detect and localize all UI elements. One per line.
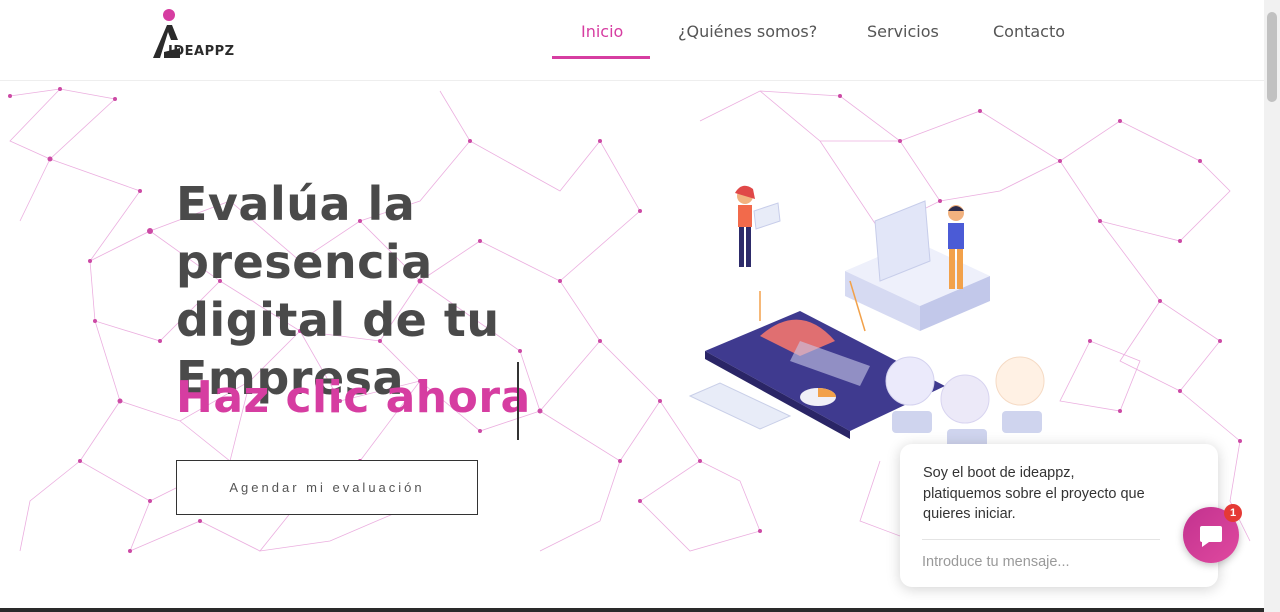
chat-message-input[interactable] bbox=[922, 550, 1152, 574]
unread-badge: 1 bbox=[1224, 504, 1242, 522]
active-nav-indicator bbox=[552, 56, 650, 59]
schedule-evaluation-button[interactable]: Agendar mi evaluación bbox=[176, 460, 478, 515]
isometric-illustration bbox=[688, 185, 1045, 451]
brand-name: IDEAPPZ bbox=[168, 44, 235, 59]
headline-line-2: digital de tu bbox=[176, 293, 500, 347]
top-navbar: IDEAPPZ Inicio ¿Quiénes somos? Servicios… bbox=[0, 0, 1264, 81]
scrollbar-thumb[interactable] bbox=[1267, 12, 1277, 102]
page-scrollbar[interactable] bbox=[1264, 0, 1280, 612]
nav-servicios[interactable]: Servicios bbox=[867, 22, 939, 58]
typed-text: Haz clic ahora bbox=[176, 372, 531, 423]
headline-line-1: Evalúa la presencia bbox=[176, 177, 433, 289]
chat-bot-message: Soy el boot de ideappz, platiquemos sobr… bbox=[923, 465, 1145, 522]
chat-divider bbox=[922, 539, 1160, 540]
chat-popup: Soy el boot de ideappz, platiquemos sobr… bbox=[900, 444, 1218, 587]
nav-quienes-somos[interactable]: ¿Quiénes somos? bbox=[678, 22, 817, 58]
nav-contacto[interactable]: Contacto bbox=[993, 22, 1065, 58]
nav-inicio[interactable]: Inicio bbox=[581, 22, 623, 58]
text-cursor bbox=[517, 362, 519, 440]
bottom-divider bbox=[0, 608, 1264, 612]
